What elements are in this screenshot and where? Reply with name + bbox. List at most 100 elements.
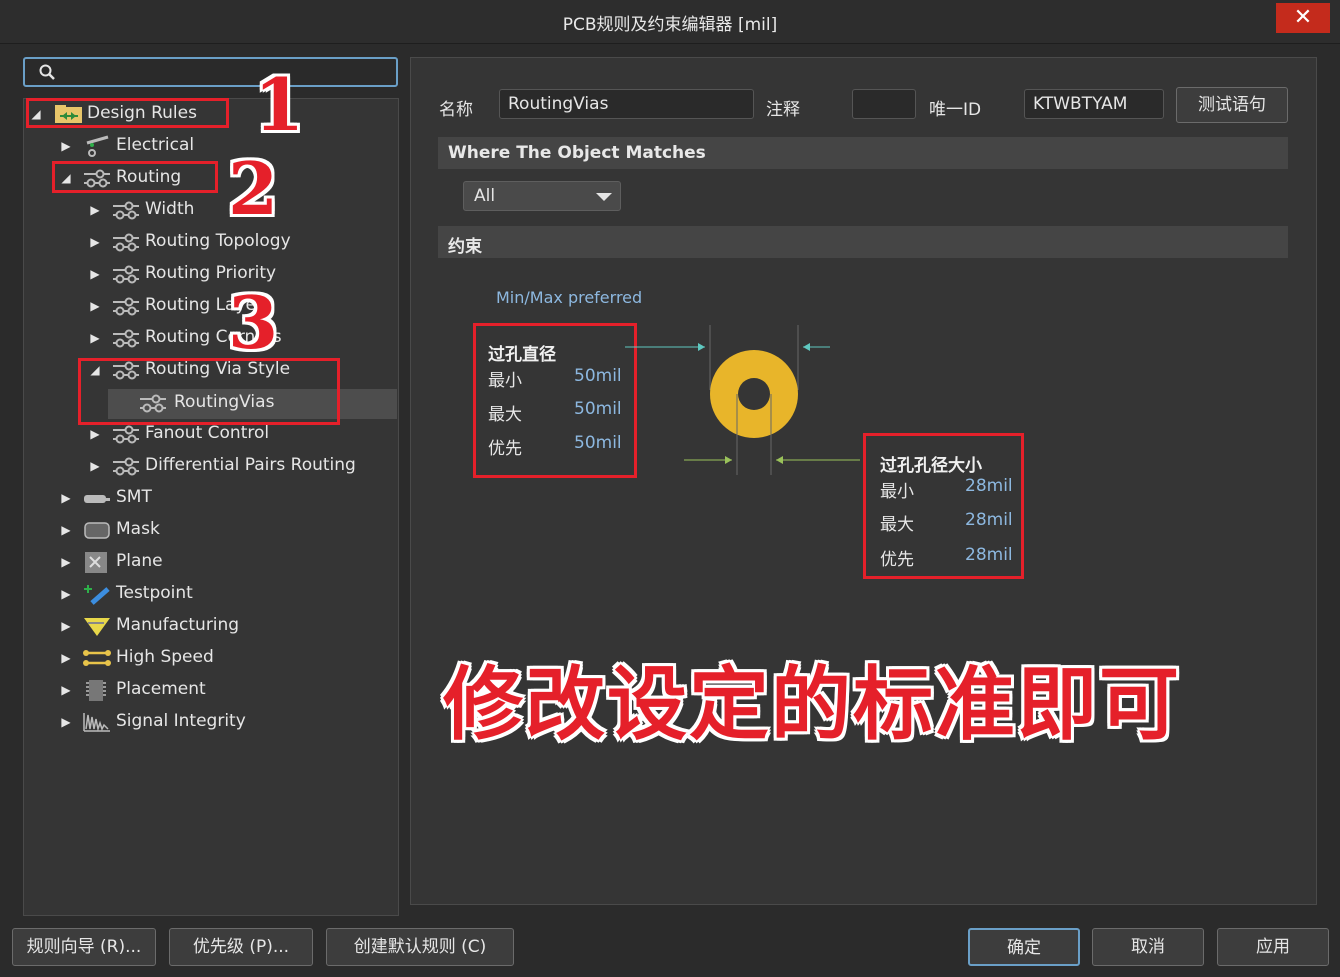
- collapsed-arrow-icon[interactable]: ▶: [89, 427, 101, 441]
- unique-id-label: 唯一ID: [929, 100, 982, 120]
- title-bar: PCB规则及约束编辑器 [mil] ✕: [0, 0, 1340, 44]
- testpoint-icon: [84, 585, 110, 605]
- annotation-box-1: [26, 98, 229, 128]
- annotation-box-2: [52, 161, 218, 193]
- name-label: 名称: [439, 100, 473, 120]
- annotation-number-2: 2: [228, 146, 279, 231]
- via-hole-min-value[interactable]: 28mil: [965, 476, 1013, 496]
- annotation-number-3: 3: [228, 280, 279, 365]
- collapsed-arrow-icon[interactable]: ▶: [89, 267, 101, 281]
- tree-label: Testpoint: [116, 583, 193, 603]
- collapsed-arrow-icon[interactable]: ▶: [89, 331, 101, 345]
- ok-button[interactable]: 确定: [968, 928, 1080, 966]
- window-title: PCB规则及约束编辑器 [mil]: [562, 15, 778, 35]
- tree-label: Mask: [116, 519, 160, 539]
- search-icon: [39, 64, 55, 80]
- tree-item-signal-integrity[interactable]: ▶ Signal Integrity: [60, 708, 280, 736]
- manufacturing-icon: [84, 618, 110, 636]
- tree-item-manufacturing[interactable]: ▶ Manufacturing: [60, 612, 280, 640]
- signal-integrity-icon: [83, 713, 110, 732]
- via-diameter-preferred-label: 优先: [488, 439, 522, 459]
- tree-item-plane[interactable]: ▶ Plane: [60, 548, 260, 576]
- min-max-preferred-label: Min/Max preferred: [496, 288, 643, 307]
- tree-label: Routing Topology: [145, 231, 291, 251]
- tree-label: Electrical: [116, 135, 195, 155]
- routing-icon: [113, 457, 139, 476]
- via-diagram: [625, 325, 860, 475]
- mask-icon: [84, 522, 110, 539]
- collapsed-arrow-icon[interactable]: ▶: [60, 139, 72, 153]
- via-hole-preferred-value[interactable]: 28mil: [965, 545, 1013, 565]
- cancel-button[interactable]: 取消: [1092, 928, 1204, 966]
- constraints-header: 约束: [438, 226, 1288, 258]
- unique-id-field[interactable]: KTWBTYAM: [1024, 89, 1164, 119]
- collapsed-arrow-icon[interactable]: ▶: [60, 683, 72, 697]
- search-input[interactable]: [23, 57, 398, 87]
- where-matches-value: All: [474, 186, 496, 206]
- name-field[interactable]: RoutingVias: [499, 89, 754, 119]
- test-query-button[interactable]: 测试语句: [1176, 87, 1288, 123]
- rule-wizard-button[interactable]: 规则向导 (R)...: [12, 928, 156, 966]
- tree-item-mask[interactable]: ▶ Mask: [60, 516, 260, 544]
- smt-icon: [84, 495, 110, 503]
- routing-icon: [113, 329, 139, 348]
- via-hole-title: 过孔孔径大小: [880, 456, 982, 476]
- apply-button[interactable]: 应用: [1217, 928, 1329, 966]
- routing-icon: [113, 425, 139, 444]
- close-button[interactable]: ✕: [1276, 3, 1330, 33]
- tree-item-testpoint[interactable]: ▶ Testpoint: [60, 580, 260, 608]
- collapsed-arrow-icon[interactable]: ▶: [60, 491, 72, 505]
- via-diameter-min-label: 最小: [488, 371, 522, 391]
- where-object-matches-header: Where The Object Matches: [438, 137, 1288, 169]
- tree-item-smt[interactable]: ▶ SMT: [60, 484, 260, 512]
- collapsed-arrow-icon[interactable]: ▶: [60, 619, 72, 633]
- comment-field[interactable]: [852, 89, 916, 119]
- collapsed-arrow-icon[interactable]: ▶: [60, 715, 72, 729]
- tree-label: Differential Pairs Routing: [145, 455, 356, 475]
- collapsed-arrow-icon[interactable]: ▶: [89, 299, 101, 313]
- via-diameter-min-value[interactable]: 50mil: [574, 366, 622, 386]
- tree-label: Placement: [116, 679, 206, 699]
- annotation-number-1: 1: [254, 62, 305, 147]
- tree-item-high-speed[interactable]: ▶ High Speed: [60, 644, 260, 672]
- annotation-caption: 修改设定的标准即可: [443, 658, 1181, 751]
- high-speed-icon: [83, 650, 111, 666]
- via-diameter-max-label: 最大: [488, 405, 522, 425]
- chevron-down-icon: [596, 193, 612, 201]
- via-hole-max-label: 最大: [880, 515, 914, 535]
- tree-label: Manufacturing: [116, 615, 240, 635]
- tree-item-placement[interactable]: ▶ Placement: [60, 676, 260, 704]
- priorities-button[interactable]: 优先级 (P)...: [169, 928, 313, 966]
- comment-label: 注释: [766, 100, 800, 120]
- via-hole-min-label: 最小: [880, 482, 914, 502]
- tree-label: High Speed: [116, 647, 214, 667]
- via-diameter-preferred-value[interactable]: 50mil: [574, 433, 622, 453]
- via-diameter-max-value[interactable]: 50mil: [574, 399, 622, 419]
- collapsed-arrow-icon[interactable]: ▶: [89, 459, 101, 473]
- tree-label: Width: [145, 199, 195, 219]
- collapsed-arrow-icon[interactable]: ▶: [60, 523, 72, 537]
- collapsed-arrow-icon[interactable]: ▶: [60, 651, 72, 665]
- where-matches-select[interactable]: All: [463, 181, 621, 211]
- via-diameter-title: 过孔直径: [488, 345, 556, 365]
- collapsed-arrow-icon[interactable]: ▶: [89, 235, 101, 249]
- routing-icon: [113, 297, 139, 316]
- placement-icon: [86, 680, 106, 701]
- tree-label: Fanout Control: [145, 423, 270, 443]
- plane-icon: [85, 552, 107, 573]
- tree-label: SMT: [116, 487, 152, 507]
- tree-label: Signal Integrity: [116, 711, 246, 731]
- tree-item-differential-pairs[interactable]: ▶ Differential Pairs Routing: [89, 452, 389, 480]
- create-default-rules-button[interactable]: 创建默认规则 (C): [326, 928, 514, 966]
- routing-icon: [113, 201, 139, 220]
- via-hole-max-value[interactable]: 28mil: [965, 510, 1013, 530]
- annotation-box-3: [78, 358, 340, 425]
- collapsed-arrow-icon[interactable]: ▶: [89, 203, 101, 217]
- routing-icon: [113, 233, 139, 252]
- routing-icon: [113, 265, 139, 284]
- tree-item-routing-topology[interactable]: ▶ Routing Topology: [89, 228, 309, 256]
- collapsed-arrow-icon[interactable]: ▶: [60, 587, 72, 601]
- collapsed-arrow-icon[interactable]: ▶: [60, 555, 72, 569]
- via-hole-preferred-label: 优先: [880, 550, 914, 570]
- tree-label: Plane: [116, 551, 163, 571]
